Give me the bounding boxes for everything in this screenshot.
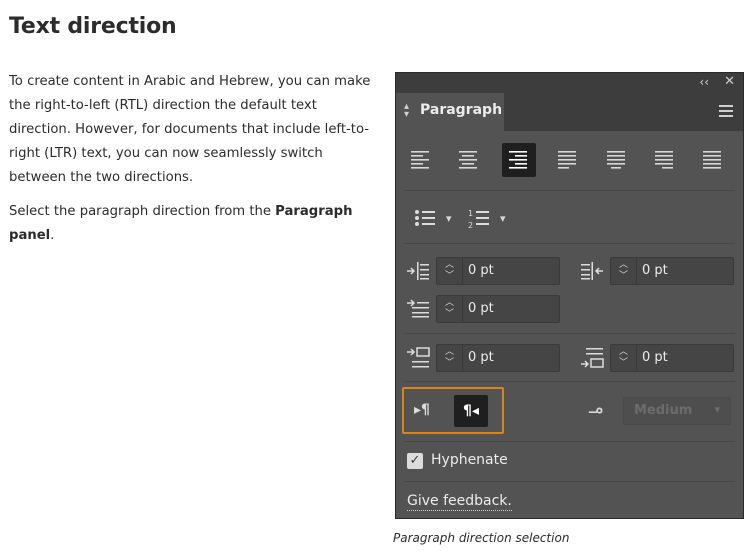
justify-all-button[interactable] — [696, 143, 730, 177]
paragraph-direction-group: ▸¶ ¶◂ — [402, 387, 504, 434]
give-feedback-link[interactable]: Give feedback. — [407, 493, 512, 511]
divider — [404, 190, 735, 191]
panel-menu-icon[interactable] — [719, 105, 733, 120]
justify-all-icon — [703, 151, 721, 169]
align-left-button[interactable] — [404, 143, 438, 177]
space-after-field[interactable]: ︿ ﹀ 0 pt — [610, 344, 734, 372]
svg-text:1: 1 — [468, 209, 473, 218]
justify-last-right-button[interactable] — [648, 143, 682, 177]
space-before-icon — [406, 347, 430, 373]
justify-last-right-icon — [655, 151, 673, 169]
figure-caption: Paragraph direction selection — [393, 531, 570, 545]
space-after-icon — [580, 347, 604, 373]
kashida-dropdown[interactable]: Medium ▾ — [623, 397, 731, 425]
divider — [404, 243, 735, 244]
tab-collapse-icon[interactable]: ▴ ▾ — [404, 102, 409, 120]
collapse-panel-button[interactable]: ‹‹ — [699, 75, 709, 89]
justify-last-center-icon — [607, 151, 625, 169]
justify-last-left-button[interactable] — [551, 143, 585, 177]
panel-tab-row: ▴ ▾ Paragraph — [396, 93, 743, 131]
instruction-text: Select the paragraph direction from the — [9, 204, 276, 219]
intro-paragraph: To create content in Arabic and Hebrew, … — [9, 74, 371, 185]
right-indent-stepper[interactable]: ︿ ﹀ — [611, 258, 637, 284]
right-indent-field[interactable]: ︿ ﹀ 0 pt — [610, 257, 734, 285]
first-line-indent-value[interactable]: 0 pt — [468, 301, 494, 316]
paragraph-panel: ‹‹ ✕ ▴ ▾ Paragraph ▾ 12 ▾ ︿ ﹀ 0 pt ︿ ﹀ 0 pt… — [395, 72, 744, 519]
hyphenate-label[interactable]: Hyphenate — [431, 452, 508, 468]
first-line-indent-field[interactable]: ︿ ﹀ 0 pt — [436, 295, 560, 323]
left-indent-value[interactable]: 0 pt — [468, 263, 494, 278]
space-after-stepper[interactable]: ︿ ﹀ — [611, 345, 637, 371]
hyphenate-checkbox[interactable]: ✓ — [407, 453, 423, 469]
svg-text:2: 2 — [468, 221, 473, 230]
ltr-direction-button[interactable]: ▸¶ — [414, 402, 430, 418]
right-indent-value[interactable]: 0 pt — [642, 263, 668, 278]
align-left-icon — [411, 151, 429, 169]
numbered-list-icon[interactable]: 12 — [468, 208, 490, 230]
left-indent-field[interactable]: ︿ ﹀ 0 pt — [436, 257, 560, 285]
page-title: Text direction — [9, 14, 177, 39]
right-indent-icon — [580, 260, 604, 286]
space-after-value[interactable]: 0 pt — [642, 350, 668, 365]
left-indent-icon — [406, 260, 430, 286]
kashida-value: Medium — [634, 403, 693, 418]
numbered-list-dropdown-icon[interactable]: ▾ — [500, 212, 506, 225]
close-panel-button[interactable]: ✕ — [724, 74, 735, 89]
kashida-icon: مـ — [589, 397, 604, 418]
rtl-direction-button[interactable]: ¶◂ — [454, 395, 488, 427]
chevron-down-icon: ▾ — [714, 403, 720, 416]
align-center-button[interactable] — [452, 143, 486, 177]
space-before-value[interactable]: 0 pt — [468, 350, 494, 365]
instruction-period: . — [50, 228, 55, 243]
bullet-list-dropdown-icon[interactable]: ▾ — [446, 212, 452, 225]
tab-paragraph[interactable]: ▴ ▾ Paragraph — [396, 93, 504, 131]
first-line-indent-icon — [406, 298, 430, 324]
left-indent-stepper[interactable]: ︿ ﹀ — [437, 258, 463, 284]
space-before-stepper[interactable]: ︿ ﹀ — [437, 345, 463, 371]
divider — [404, 381, 735, 382]
bullet-list-icon[interactable] — [414, 208, 436, 228]
align-right-icon — [509, 151, 527, 169]
align-center-icon — [459, 151, 477, 169]
first-line-indent-stepper[interactable]: ︿ ﹀ — [437, 296, 463, 322]
align-right-button[interactable] — [502, 143, 536, 177]
instruction-paragraph: Select the paragraph direction from the … — [9, 200, 377, 248]
space-before-field[interactable]: ︿ ﹀ 0 pt — [436, 344, 560, 372]
tab-label: Paragraph — [420, 102, 503, 118]
divider — [404, 441, 735, 442]
justify-last-left-icon — [558, 151, 576, 169]
panel-titlebar: ‹‹ ✕ — [396, 73, 743, 93]
divider — [404, 481, 735, 482]
divider — [404, 333, 735, 334]
justify-last-center-button[interactable] — [600, 143, 634, 177]
